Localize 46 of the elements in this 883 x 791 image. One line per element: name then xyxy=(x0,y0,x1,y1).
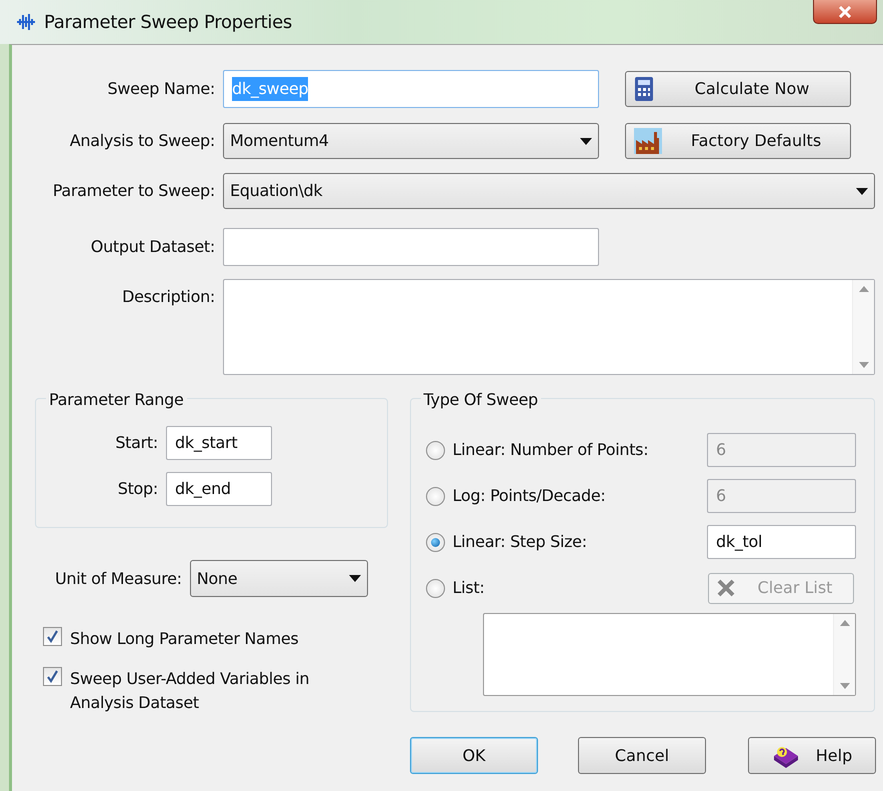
scrollbar[interactable] xyxy=(833,614,855,695)
range-field[interactable]: dk_end xyxy=(166,472,272,506)
check-icon xyxy=(46,670,59,683)
clear-list-button: Clear List xyxy=(708,572,854,604)
field-label: Start: xyxy=(114,432,159,454)
ok-button[interactable]: OK xyxy=(410,737,538,774)
list-box[interactable] xyxy=(482,613,856,696)
field-label: Unit of Measure: xyxy=(55,568,182,590)
scroll-down-icon[interactable] xyxy=(840,683,850,689)
close-button[interactable] xyxy=(813,0,877,24)
unit-dropdown[interactable]: None xyxy=(190,560,368,597)
value-field[interactable]: dk_tol xyxy=(707,525,856,559)
scroll-up-icon[interactable] xyxy=(858,286,868,292)
value-field: 6 xyxy=(707,433,856,467)
field-label: Analysis to Sweep: xyxy=(68,130,216,152)
checkbox-option[interactable]: Show Long Parameter Names xyxy=(35,627,345,651)
close-icon xyxy=(838,6,852,18)
cancel-button[interactable]: Cancel xyxy=(578,737,706,774)
field-label: Parameter to Sweep: xyxy=(52,180,216,202)
calculate-now-button[interactable]: Calculate Now xyxy=(625,71,851,107)
check-icon xyxy=(46,630,59,643)
scrollbar[interactable] xyxy=(852,280,874,374)
calculator-icon xyxy=(634,76,654,102)
output-dataset-field[interactable] xyxy=(223,228,599,266)
field-label: Stop: xyxy=(116,478,159,500)
dropdown-arrow-icon xyxy=(856,188,868,194)
analysis-dropdown[interactable]: Momentum4 xyxy=(223,123,599,159)
description-field[interactable] xyxy=(223,279,875,375)
radio-option[interactable]: Linear: Step Size: xyxy=(426,530,587,554)
help-button[interactable]: Help xyxy=(748,737,876,774)
scroll-down-icon[interactable] xyxy=(858,362,868,368)
checkbox-option[interactable]: Sweep User-Added Variables in Analysis Dataset xyxy=(35,667,345,715)
radio-option[interactable]: List: xyxy=(426,576,484,600)
field-label: Description: xyxy=(121,286,216,308)
factory-icon xyxy=(634,128,662,154)
window-title: Parameter Sweep Properties xyxy=(44,10,292,34)
dropdown-arrow-icon xyxy=(580,138,592,144)
dropdown-arrow-icon xyxy=(348,575,361,582)
parameter-dropdown[interactable]: Equation\dk xyxy=(223,173,875,209)
app-icon xyxy=(16,12,36,32)
value-field: 6 xyxy=(707,479,856,513)
field-label: Sweep Name: xyxy=(106,78,216,100)
range-field[interactable]: dk_start xyxy=(166,426,272,460)
factory-defaults-button[interactable]: Factory Defaults xyxy=(625,123,851,159)
scroll-up-icon[interactable] xyxy=(840,620,850,626)
field-label: Output Dataset: xyxy=(90,236,216,258)
